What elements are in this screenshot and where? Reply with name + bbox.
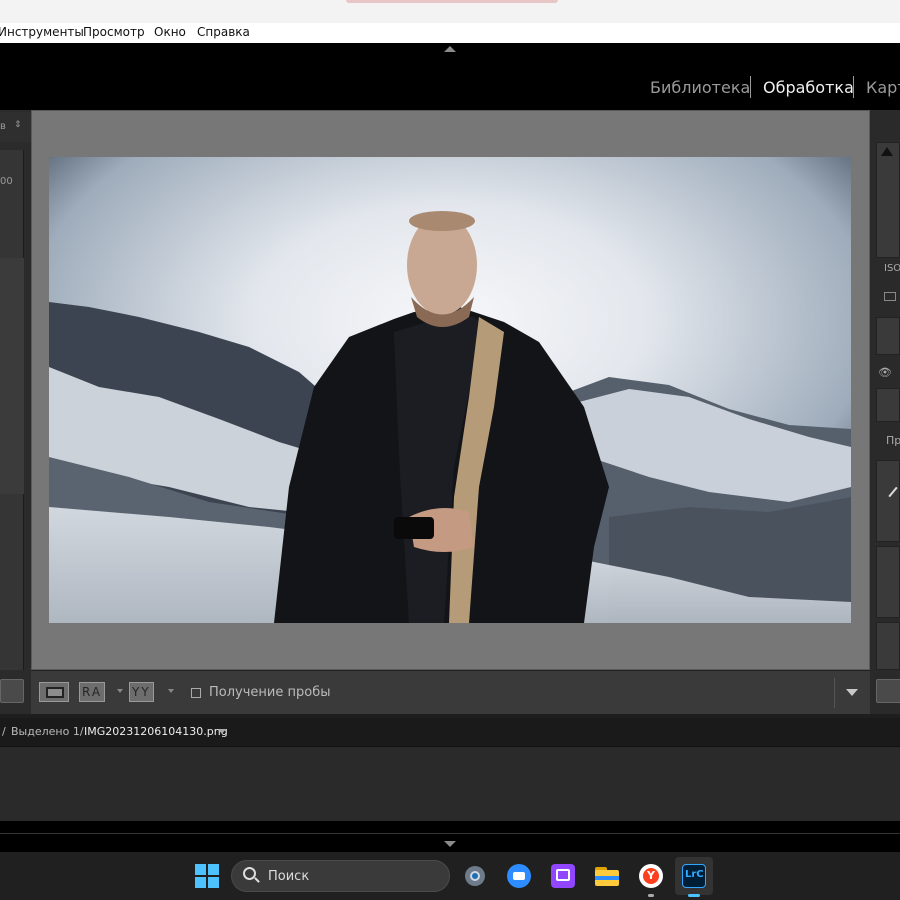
left-panel: в ⇕ 00 [0, 110, 31, 714]
filmstrip-divider [0, 833, 900, 834]
before-after-button[interactable]: RA [79, 682, 106, 702]
filmstrip-selected-text: Выделено 1/ [11, 725, 84, 738]
presence-label: Пр [886, 434, 900, 447]
module-separator [853, 76, 854, 98]
filmstrip-bottom-bar [0, 821, 900, 852]
histogram-panel [876, 142, 900, 258]
collapse-top-panel-icon[interactable] [444, 46, 456, 52]
photo-preview[interactable] [49, 157, 851, 623]
menu-item-view[interactable]: Просмотр [83, 25, 145, 39]
clipping-indicator-icon[interactable] [881, 147, 893, 156]
left-panel-button[interactable] [0, 679, 24, 703]
sample-label: Получение пробы [209, 685, 331, 700]
left-panel-header-text: в [0, 121, 6, 132]
photo-person-head-top [409, 211, 475, 231]
brush-icon[interactable] [888, 486, 898, 498]
windows-taskbar: Поиск Y LrC [0, 852, 900, 900]
module-picker: Библиотека Обработка Карт [0, 43, 900, 110]
filmstrip-info-bar: / Выделено 1/ IMG20231206104130.png [0, 718, 900, 746]
filmstrip-filename[interactable]: IMG20231206104130.png [84, 725, 228, 738]
panel-section-brush [876, 460, 900, 542]
loupe-view-button[interactable] [39, 682, 69, 702]
taskbar-search-placeholder: Поиск [268, 869, 310, 884]
filmstrip-path-separator: / [2, 725, 6, 738]
settings-gear-icon[interactable] [463, 864, 487, 888]
right-panel-button[interactable] [876, 679, 900, 703]
filmstrip [0, 746, 900, 821]
presets-area [0, 258, 24, 494]
menu-item-window[interactable]: Окно [154, 25, 186, 39]
module-develop[interactable]: Обработка [763, 78, 854, 97]
lightroom-classic-icon[interactable]: LrC [682, 864, 706, 888]
panel-section [876, 546, 900, 618]
window-tab-highlight [346, 0, 558, 3]
yandex-browser-icon[interactable]: Y [639, 864, 663, 888]
eye-icon[interactable]: 👁 [878, 366, 892, 379]
menu-item-help[interactable]: Справка [197, 25, 250, 39]
collapse-filmstrip-icon[interactable] [444, 841, 456, 847]
sort-updown-icon[interactable]: ⇕ [14, 120, 22, 130]
module-library[interactable]: Библиотека [650, 78, 750, 97]
taskbar-active-indicator [688, 894, 700, 897]
taskbar-search[interactable]: Поиск [231, 860, 450, 892]
toolbar-options-dropdown-icon[interactable] [846, 689, 858, 696]
photo-camera [394, 517, 434, 539]
panel-section [876, 622, 900, 670]
zoom-value: 00 [0, 176, 13, 187]
panel-section [876, 317, 900, 355]
window-title-strip [0, 0, 900, 23]
zoom-app-icon[interactable] [507, 864, 531, 888]
sample-checkbox[interactable] [191, 688, 201, 698]
panel-section [876, 388, 900, 422]
before-after-dropdown-icon[interactable] [117, 689, 123, 693]
module-separator [750, 76, 751, 98]
menu-item-tools[interactable]: Инструменты [0, 25, 84, 39]
lightroom-label: LrC [685, 869, 704, 880]
before-after-swap-button[interactable]: YY [129, 682, 154, 702]
module-map[interactable]: Карт [866, 78, 900, 97]
filename-dropdown-icon[interactable] [218, 729, 226, 734]
menu-bar: Инструменты Просмотр Окно Справка [0, 23, 900, 43]
photo-canvas-area [31, 110, 870, 670]
toolbar-separator [834, 678, 835, 708]
taskbar-running-indicator [648, 894, 654, 897]
loupe-icon [46, 687, 64, 698]
twitch-app-icon[interactable] [551, 864, 575, 888]
original-photo-toggle-icon[interactable] [884, 292, 896, 301]
left-panel-header: в ⇕ [0, 112, 31, 142]
iso-label: ISO [884, 263, 900, 274]
right-panel: ISO 👁 Пр [870, 110, 900, 714]
windows-start-icon[interactable] [195, 864, 219, 888]
develop-toolbar: RA YY Получение пробы [31, 670, 870, 714]
file-explorer-icon[interactable] [595, 864, 619, 888]
swap-dropdown-icon[interactable] [168, 689, 174, 693]
